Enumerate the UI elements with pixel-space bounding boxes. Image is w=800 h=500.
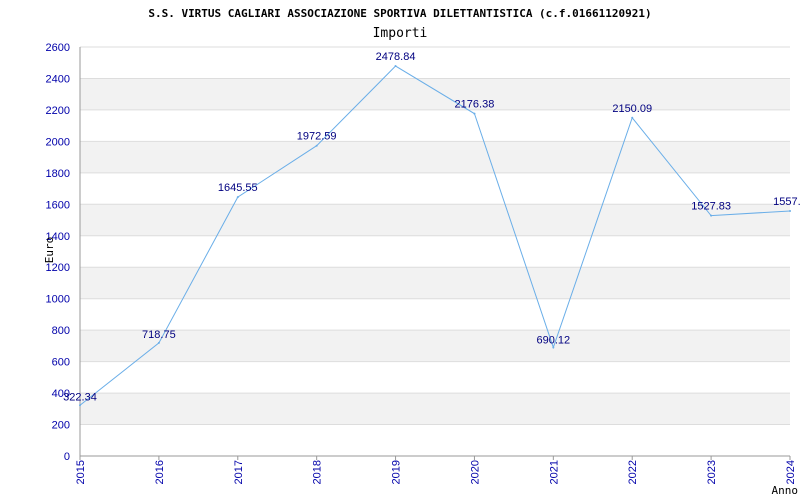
data-point	[789, 209, 791, 212]
x-tick-label: 2022	[627, 460, 639, 484]
chart-title: S.S. VIRTUS CAGLIARI ASSOCIAZIONE SPORTI…	[148, 7, 651, 20]
data-label: 718.75	[142, 329, 176, 341]
y-tick-label: 2400	[46, 73, 70, 85]
grid-band	[80, 78, 790, 110]
x-tick-label: 2020	[469, 460, 481, 484]
data-label: 322.34	[63, 391, 97, 403]
data-point	[394, 65, 397, 68]
x-tick-label: 2015	[75, 460, 87, 484]
grid-band	[80, 109, 790, 142]
grid-band	[80, 424, 790, 456]
grid-band	[80, 267, 790, 299]
data-point	[631, 116, 634, 119]
grid-band	[80, 361, 790, 394]
x-tick-label: 2021	[548, 460, 560, 484]
data-point	[552, 346, 555, 349]
y-tick-label: 2000	[46, 136, 70, 148]
data-label: 1645.55	[218, 182, 258, 194]
y-tick-label: 2600	[46, 42, 70, 54]
x-tick-label: 2018	[312, 460, 324, 484]
data-point	[473, 112, 476, 115]
grid-band	[80, 204, 790, 236]
y-tick-label: 1800	[46, 168, 70, 180]
data-point	[710, 214, 713, 217]
data-label: 1527.83	[691, 201, 731, 213]
x-tick-label: 2019	[391, 460, 403, 484]
data-point	[315, 144, 318, 147]
data-label: 2150.09	[612, 103, 652, 115]
background-bands	[80, 47, 790, 456]
x-tick-label: 2024	[785, 460, 797, 484]
data-label: 690.12	[537, 334, 571, 346]
x-tick-label: 2016	[154, 460, 166, 484]
data-label: 2478.84	[376, 51, 416, 63]
grid-band	[80, 298, 790, 331]
grid-band	[80, 47, 790, 79]
data-point	[236, 196, 239, 199]
grid-band	[80, 172, 790, 205]
y-tick-label: 0	[64, 451, 70, 463]
grid-band	[80, 330, 790, 362]
chart-subtitle: Importi	[373, 26, 428, 41]
data-label: 2176.38	[455, 99, 495, 111]
x-tick-labels: 2015 2016 2017 2018 2019 2020 2021 2022 2023 2024	[75, 460, 797, 484]
y-tick-label: 1600	[46, 199, 70, 211]
y-tick-label: 2200	[46, 105, 70, 117]
y-tick-label: 800	[52, 325, 70, 337]
line-chart: 0200400600800100012001400160018002000220…	[43, 7, 800, 497]
grid-band	[80, 141, 790, 173]
x-axis-label: Anno	[772, 484, 799, 497]
grid-band	[80, 393, 790, 425]
data-point	[79, 404, 81, 407]
y-axis-label: Euro	[43, 237, 56, 264]
x-tick-label: 2017	[233, 460, 245, 484]
data-label: 1972.59	[297, 131, 337, 143]
y-tick-label: 200	[52, 420, 70, 432]
x-tick-label: 2023	[706, 460, 718, 484]
y-tick-label: 600	[52, 357, 70, 369]
data-label: 1557.8	[773, 196, 800, 208]
y-tick-label: 1000	[46, 294, 70, 306]
data-point	[157, 341, 160, 344]
grid-band	[80, 235, 790, 268]
chart-container: 0 200 400 600 800 1000 1200 1400 1600 1800 2000 220…	[0, 0, 800, 500]
